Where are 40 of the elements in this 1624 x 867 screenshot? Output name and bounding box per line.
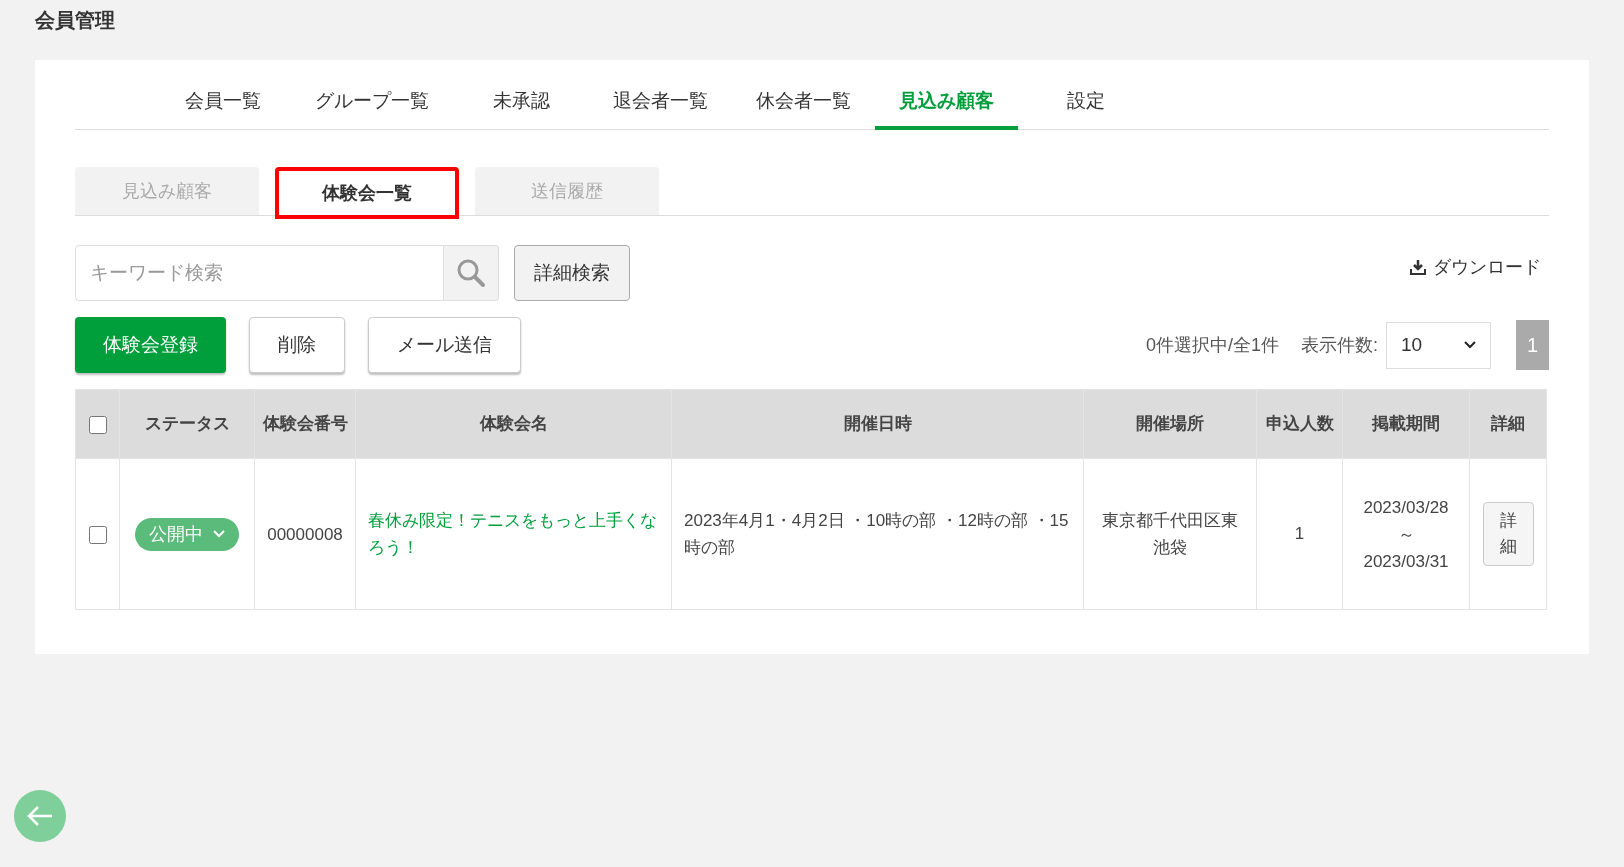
action-button[interactable]: メール送信	[368, 317, 521, 373]
nav-tab[interactable]: 退会者一覧	[589, 76, 732, 130]
column-header: 申込人数	[1256, 389, 1343, 459]
action-button[interactable]: 削除	[249, 317, 345, 373]
period-end: 2023/03/31	[1362, 550, 1450, 573]
nav-tab[interactable]: 未承認	[453, 76, 589, 130]
sub-tab[interactable]: 体験会一覧	[275, 167, 459, 219]
column-header: 開催日時	[671, 389, 1084, 459]
row-checkbox[interactable]	[88, 525, 107, 544]
table-cell: 2023年4月1・4月2日 ・10時の部 ・12時の部 ・15時の部	[671, 458, 1084, 610]
period-separator: ～	[1396, 523, 1416, 546]
download-link[interactable]: ダウンロード	[1409, 253, 1541, 281]
page-size-label: 表示件数:	[1301, 333, 1378, 357]
nav-tab[interactable]: 休会者一覧	[732, 76, 875, 130]
page-size-select[interactable]: 10	[1386, 321, 1491, 369]
download-icon	[1409, 258, 1427, 276]
column-header: 掲載期間	[1342, 389, 1470, 459]
column-header: 体験会番号	[254, 389, 356, 459]
detail-search-button[interactable]: 詳細検索	[514, 245, 630, 301]
column-header: 開催場所	[1083, 389, 1257, 459]
selection-count: 0件選択中/全1件	[1145, 333, 1279, 357]
table-cell: 東京都千代田区東池袋	[1083, 458, 1257, 610]
table-cell: 00000008	[254, 458, 356, 610]
chevron-down-icon	[1464, 341, 1476, 349]
arrow-left-icon	[26, 805, 54, 827]
select-all-checkbox[interactable]	[88, 415, 107, 434]
table-cell: 1	[1256, 458, 1343, 610]
period-start: 2023/03/28	[1362, 496, 1450, 519]
nav-tab[interactable]: グループ一覧	[291, 76, 453, 130]
keyword-search-field[interactable]: キーワード検索	[75, 245, 444, 301]
chevron-down-icon	[213, 530, 225, 538]
column-header: 体験会名	[355, 389, 672, 459]
nav-tab[interactable]: 会員一覧	[155, 76, 291, 130]
search-button[interactable]	[444, 245, 499, 301]
search-icon	[456, 258, 486, 288]
column-header: 詳細	[1469, 389, 1547, 459]
column-header: ステータス	[119, 389, 255, 459]
detail-button[interactable]: 詳細	[1482, 502, 1534, 566]
nav-tab[interactable]: 設定	[1018, 76, 1154, 130]
page-title: 会員管理	[35, 8, 115, 33]
